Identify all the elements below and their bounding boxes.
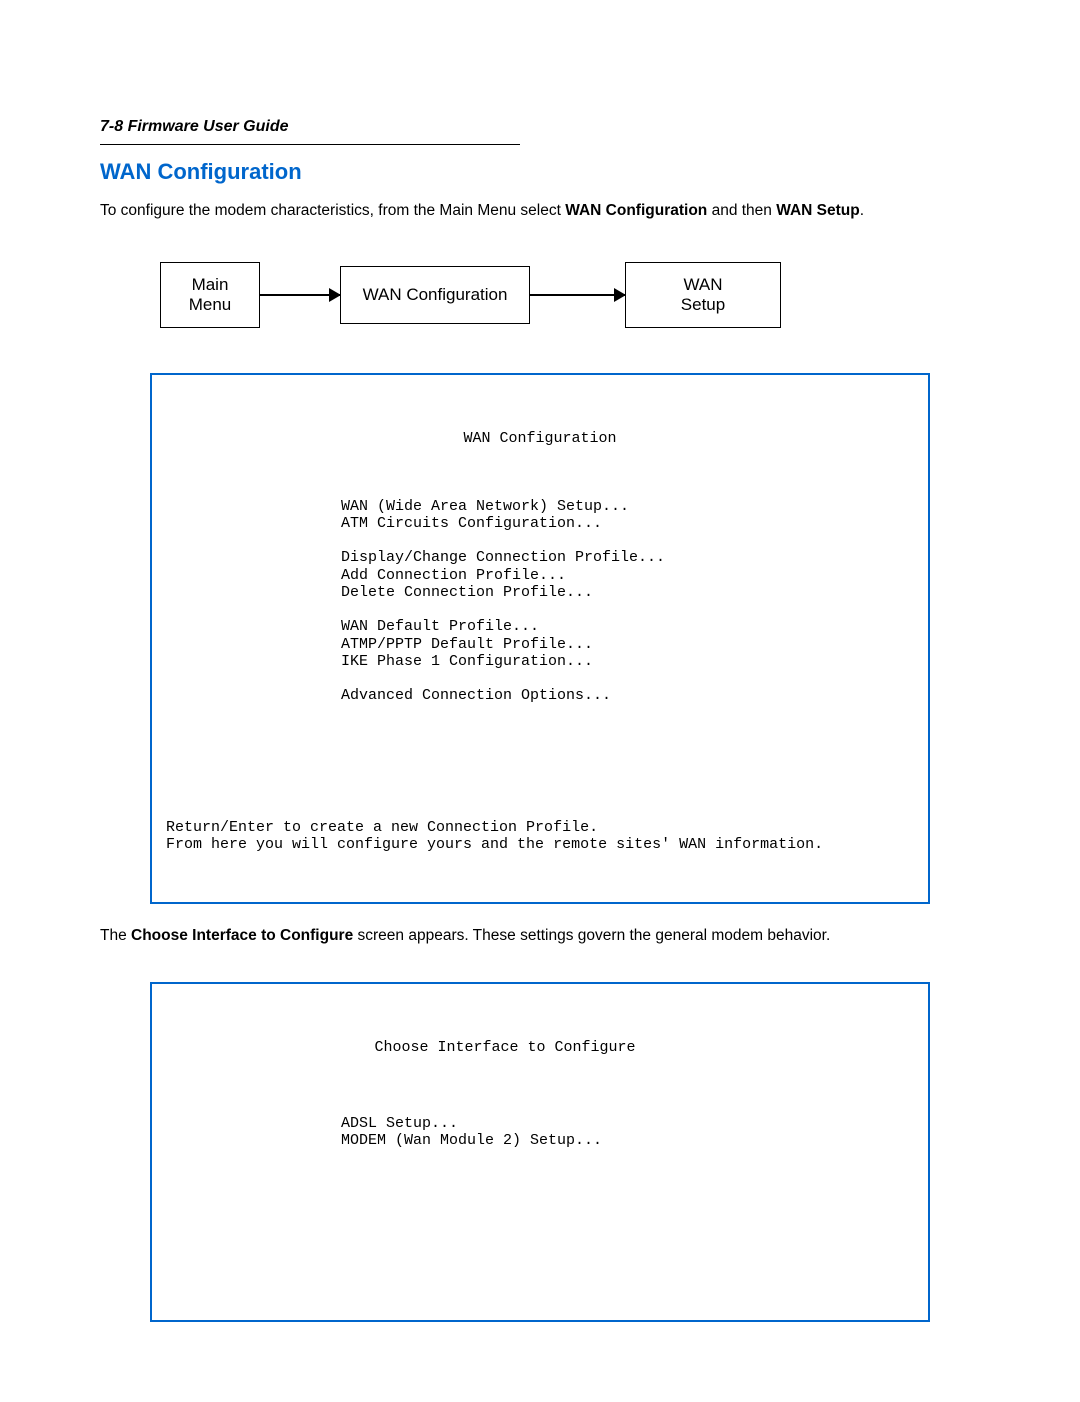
intro-text-mid: and then [707, 202, 776, 219]
arrow-head-icon [614, 288, 626, 302]
terminal1-footer-line2: From here you will configure yours and t… [166, 836, 823, 853]
menu-item-add-profile: Add Connection Profile... [341, 567, 566, 584]
menu-item-atm-circuits: ATM Circuits Configuration... [341, 515, 602, 532]
menu-item-delete-profile: Delete Connection Profile... [341, 584, 593, 601]
terminal2-title: Choose Interface to Configure [96, 1039, 914, 1056]
arrow-icon [260, 294, 340, 296]
header-rule [100, 144, 520, 145]
menu-item-adsl-setup: ADSL Setup... [341, 1115, 458, 1132]
intro-paragraph: To configure the modem characteristics, … [100, 199, 980, 222]
diagram-box3-line1: WAN [644, 275, 762, 295]
terminal2-menu: ADSL Setup... MODEM (Wan Module 2) Setup… [341, 1115, 914, 1150]
intro-bold-1: WAN Configuration [565, 202, 707, 219]
mid-text-post: screen appears. These settings govern th… [353, 927, 830, 944]
section-heading: WAN Configuration [100, 159, 980, 185]
diagram-box-wan-setup: WAN Setup [625, 262, 781, 328]
intro-bold-2: WAN Setup [776, 202, 860, 219]
menu-item-atmp-pptp-default: ATMP/PPTP Default Profile... [341, 636, 593, 653]
terminal1-footer-line1: Return/Enter to create a new Connection … [166, 819, 598, 836]
mid-text-pre: The [100, 927, 131, 944]
mid-paragraph: The Choose Interface to Configure screen… [100, 924, 980, 947]
menu-item-wan-setup: WAN (Wide Area Network) Setup... [341, 498, 629, 515]
diagram-box1-line2: Menu [179, 295, 241, 315]
menu-item-modem-setup: MODEM (Wan Module 2) Setup... [341, 1132, 602, 1149]
page-content: 7-8 Firmware User Guide WAN Configuratio… [0, 0, 1080, 1402]
menu-item-display-change-profile: Display/Change Connection Profile... [341, 549, 665, 566]
diagram-box-wan-config: WAN Configuration [340, 266, 530, 324]
mid-text-bold: Choose Interface to Configure [131, 927, 353, 944]
page-header: 7-8 Firmware User Guide [100, 118, 980, 136]
terminal1-title: WAN Configuration [166, 430, 914, 447]
intro-text-pre: To configure the modem characteristics, … [100, 202, 565, 219]
arrow-head-icon [329, 288, 341, 302]
arrow-icon [530, 294, 625, 296]
menu-item-wan-default-profile: WAN Default Profile... [341, 618, 539, 635]
diagram-box-main-menu: Main Menu [160, 262, 260, 328]
terminal1-footer: Return/Enter to create a new Connection … [166, 819, 914, 854]
terminal1-menu: WAN (Wide Area Network) Setup... ATM Cir… [341, 498, 914, 705]
menu-item-advanced-options: Advanced Connection Options... [341, 687, 611, 704]
diagram-box1-line1: Main [179, 275, 241, 295]
terminal-wan-configuration: WAN Configuration WAN (Wide Area Network… [150, 373, 930, 904]
menu-item-ike-phase1: IKE Phase 1 Configuration... [341, 653, 593, 670]
intro-text-end: . [860, 202, 864, 219]
navigation-diagram: Main Menu WAN Configuration WAN Setup [160, 262, 920, 328]
terminal-choose-interface: Choose Interface to Configure ADSL Setup… [150, 982, 930, 1322]
diagram-box3-line2: Setup [644, 295, 762, 315]
